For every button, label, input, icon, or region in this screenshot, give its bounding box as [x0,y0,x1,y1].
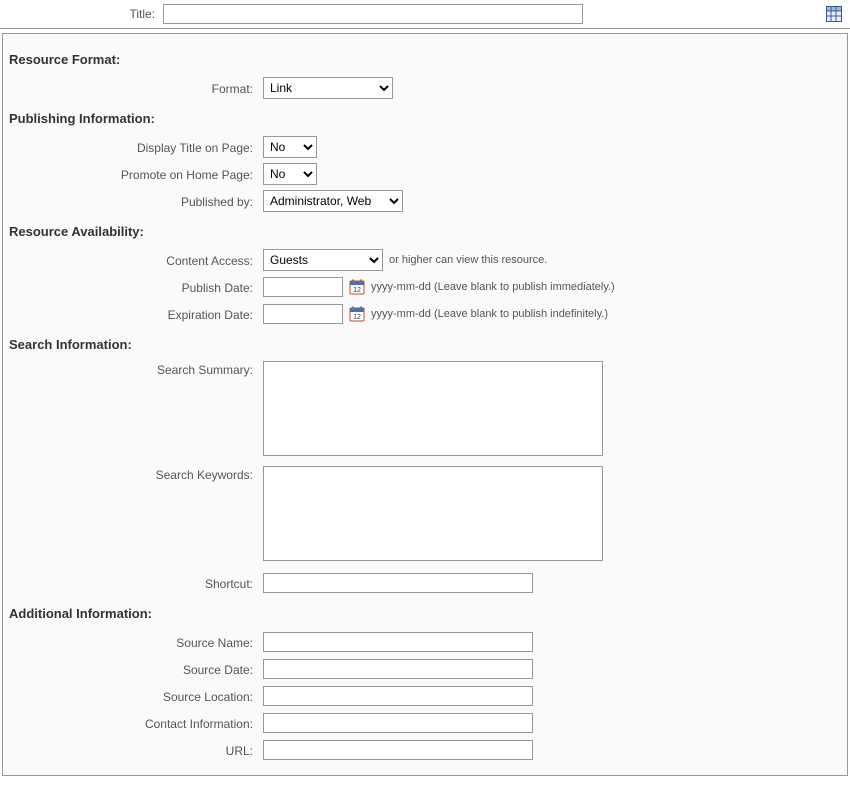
format-label: Format: [3,80,263,96]
expiration-date-hint: yyyy-mm-dd (Leave blank to publish indef… [371,308,608,320]
row-source-name: Source Name: [3,630,847,654]
svg-text:12: 12 [353,314,361,321]
title-input[interactable] [163,4,583,24]
source-date-input[interactable] [263,659,533,679]
row-search-summary: Search Summary: [3,361,847,456]
shortcut-input[interactable] [263,573,533,593]
search-summary-textarea[interactable] [263,361,603,456]
publish-date-label: Publish Date: [3,279,263,295]
row-source-date: Source Date: [3,657,847,681]
row-content-access: Content Access: Guests or higher can vie… [3,248,847,272]
contact-info-label: Contact Information: [3,715,263,731]
row-promote-home: Promote on Home Page: No [3,162,847,186]
row-publish-date: Publish Date: 12 yyyy-mm-dd (Leave blank… [3,275,847,299]
section-resource-format-heading: Resource Format: [3,44,847,73]
published-by-label: Published by: [3,193,263,209]
source-date-label: Source Date: [3,661,263,677]
row-display-title: Display Title on Page: No [3,135,847,159]
table-grid-icon[interactable] [826,6,842,22]
content-access-suffix: or higher can view this resource. [389,254,547,266]
calendar-icon[interactable]: 12 [349,279,365,295]
promote-home-select[interactable]: No [263,163,317,185]
section-publishing-heading: Publishing Information: [3,103,847,132]
calendar-icon[interactable]: 12 [349,306,365,322]
section-search-heading: Search Information: [3,329,847,358]
source-location-label: Source Location: [3,688,263,704]
published-by-select[interactable]: Administrator, Web [263,190,403,212]
display-title-label: Display Title on Page: [3,139,263,155]
url-label: URL: [3,742,263,758]
row-search-keywords: Search Keywords: [3,466,847,561]
section-additional-heading: Additional Information: [3,598,847,627]
title-label: Title: [8,7,163,21]
search-keywords-textarea[interactable] [263,466,603,561]
row-format: Format: Link [3,76,847,100]
display-title-select[interactable]: No [263,136,317,158]
row-shortcut: Shortcut: [3,571,847,595]
format-select[interactable]: Link [263,77,393,99]
form-body: Resource Format: Format: Link Publishing… [2,33,848,776]
shortcut-label: Shortcut: [3,575,263,591]
content-access-label: Content Access: [3,252,263,268]
row-url: URL: [3,738,847,762]
row-contact-info: Contact Information: [3,711,847,735]
search-keywords-label: Search Keywords: [3,466,263,482]
row-published-by: Published by: Administrator, Web [3,189,847,213]
promote-home-label: Promote on Home Page: [3,166,263,182]
url-input[interactable] [263,740,533,760]
row-source-location: Source Location: [3,684,847,708]
content-access-select[interactable]: Guests [263,249,383,271]
svg-text:12: 12 [353,287,361,294]
contact-info-input[interactable] [263,713,533,733]
publish-date-hint: yyyy-mm-dd (Leave blank to publish immed… [371,281,615,293]
expiration-date-input[interactable] [263,304,343,324]
expiration-date-label: Expiration Date: [3,306,263,322]
source-location-input[interactable] [263,686,533,706]
publish-date-input[interactable] [263,277,343,297]
section-availability-heading: Resource Availability: [3,216,847,245]
row-expiration-date: Expiration Date: 12 yyyy-mm-dd (Leave bl… [3,302,847,326]
source-name-label: Source Name: [3,634,263,650]
source-name-input[interactable] [263,632,533,652]
search-summary-label: Search Summary: [3,361,263,377]
title-bar: Title: [0,0,850,29]
